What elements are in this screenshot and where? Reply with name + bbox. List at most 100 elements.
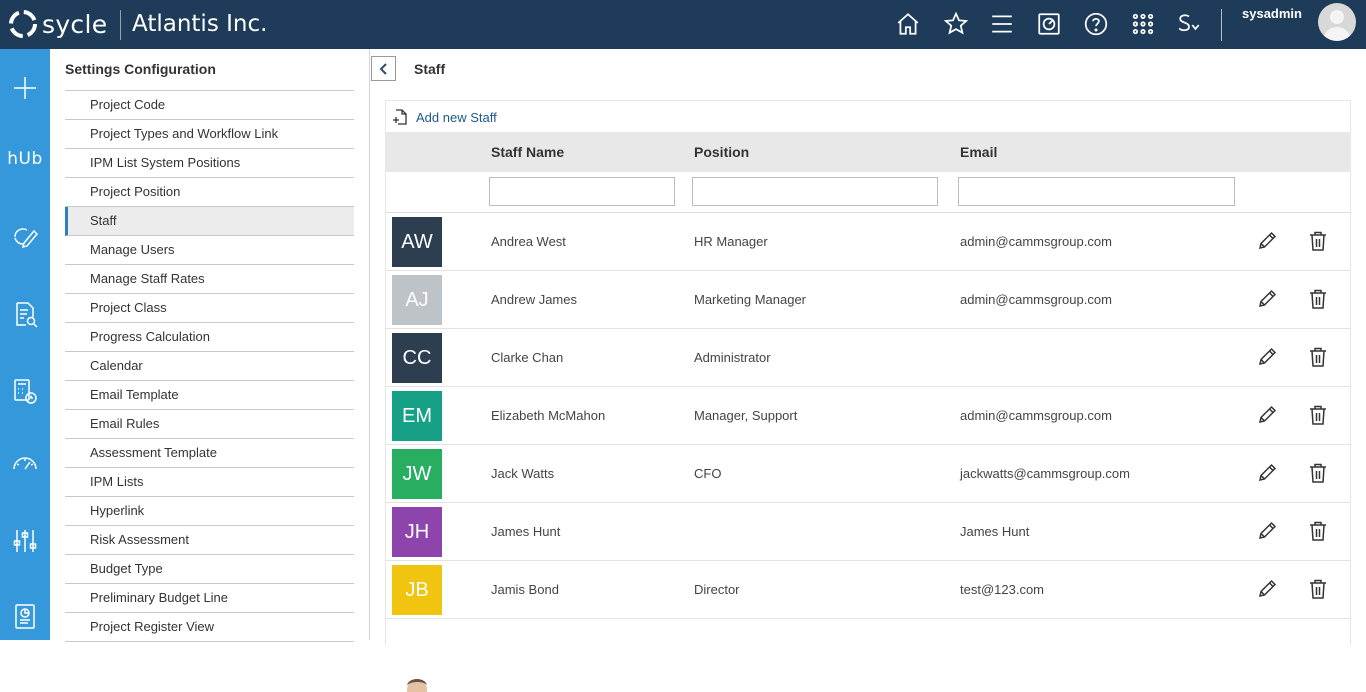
edit-icon[interactable] (1256, 346, 1278, 368)
menu-item-project-position[interactable]: Project Position (65, 178, 354, 207)
logo-divider (120, 10, 121, 40)
table-row[interactable]: JH James Hunt James Hunt (386, 503, 1351, 561)
email-cell: admin@cammsgroup.com (960, 408, 1112, 423)
edit-icon[interactable] (1256, 230, 1278, 252)
menu-item-project-class[interactable]: Project Class (65, 294, 354, 323)
menu-item-calendar[interactable]: Calendar (65, 352, 354, 381)
add-staff-link[interactable]: Add new Staff (416, 110, 497, 125)
menu-item-project-register-view[interactable]: Project Register View (65, 613, 354, 642)
user-avatar[interactable] (1318, 3, 1356, 41)
column-header-position[interactable]: Position (694, 144, 749, 160)
content-area: Staff Add new Staff Staff Name Position … (371, 49, 1366, 692)
position-cell: Director (694, 582, 740, 597)
menu-item-email-template[interactable]: Email Template (65, 381, 354, 410)
delete-icon[interactable] (1307, 462, 1329, 484)
help-icon[interactable] (1081, 9, 1111, 39)
table-row[interactable]: AW Andrea West HR Manager admin@cammsgroup.… (386, 213, 1351, 271)
staff-name-cell: James Hunt (491, 524, 561, 539)
email-cell: James Hunt (960, 524, 1030, 539)
calculator-clock-icon[interactable] (0, 371, 50, 411)
plus-icon[interactable] (0, 68, 50, 108)
staff-name-filter-input[interactable] (489, 177, 675, 206)
edit-icon[interactable] (1256, 288, 1278, 310)
staff-initials-avatar: AJ (392, 275, 442, 325)
filter-row (386, 172, 1351, 213)
menu-item-progress-calculation[interactable]: Progress Calculation (65, 323, 354, 352)
table-row[interactable]: AJ Andrew James Marketing Manager admin@cam… (386, 271, 1351, 329)
position-filter-input[interactable] (692, 177, 938, 206)
menu-item-budget-type[interactable]: Budget Type (65, 555, 354, 584)
header-divider (1221, 9, 1222, 41)
staff-name-cell: Clarke Chan (491, 350, 564, 365)
staff-initials-avatar: AW (392, 217, 442, 267)
edit-icon[interactable] (1256, 520, 1278, 542)
table-row[interactable]: CC Clarke Chan Administrator (386, 329, 1351, 387)
menu-item-ipm-list-system-positions[interactable]: IPM List System Positions (65, 149, 354, 178)
edit-icon[interactable] (1256, 462, 1278, 484)
s-dropdown-icon[interactable] (1174, 9, 1204, 39)
avatar-body (1323, 27, 1351, 41)
menu-item-ipm-lists[interactable]: IPM Lists (65, 468, 354, 497)
staff-table-panel: Add new Staff Staff Name Position Email … (385, 100, 1351, 692)
cycle-edit-icon[interactable] (0, 217, 50, 257)
email-cell: jackwatts@cammsgroup.com (960, 466, 1130, 481)
menu-item-preliminary-budget-line[interactable]: Preliminary Budget Line (65, 584, 354, 613)
menu-item-project-types[interactable]: Project Types and Workflow Link (65, 120, 354, 149)
delete-icon[interactable] (1307, 578, 1329, 600)
gauge-icon[interactable] (0, 444, 50, 484)
hub-icon[interactable]: hUb (0, 139, 50, 179)
email-cell: test@123.com (960, 582, 1045, 597)
menu-item-staff[interactable]: Staff (65, 207, 354, 236)
staff-name-cell: Jamis Bond (491, 582, 559, 597)
table-row[interactable]: JW Jack Watts CFO jackwatts@cammsgroup.com (386, 445, 1351, 503)
page-title: Staff (414, 61, 446, 77)
menu-item-email-rules[interactable]: Email Rules (65, 410, 354, 439)
email-filter-input[interactable] (958, 177, 1235, 206)
star-icon[interactable] (941, 9, 971, 39)
delete-icon[interactable] (1307, 346, 1329, 368)
add-staff-action[interactable]: Add new Staff (392, 109, 497, 125)
staff-initials-avatar: CC (392, 333, 442, 383)
logo[interactable]: sycle (6, 7, 107, 41)
table-row[interactable]: JB Jamis Bond Director test@123.com (386, 561, 1351, 619)
position-cell: Administrator (694, 350, 771, 365)
logo-text: sycle (42, 9, 108, 39)
settings-title: Settings Configuration (65, 61, 216, 77)
menu-item-assessment-template[interactable]: Assessment Template (65, 439, 354, 468)
position-cell: HR Manager (694, 234, 768, 249)
home-icon[interactable] (893, 9, 923, 39)
delete-icon[interactable] (1307, 404, 1329, 426)
email-cell: admin@cammsgroup.com (960, 292, 1112, 307)
sliders-icon[interactable] (0, 521, 50, 561)
edit-icon[interactable] (1256, 578, 1278, 600)
menu-item-risk-assessment[interactable]: Risk Assessment (65, 526, 354, 555)
delete-icon[interactable] (1307, 288, 1329, 310)
delete-icon[interactable] (1307, 520, 1329, 542)
avatar-head (1330, 10, 1344, 24)
staff-name-cell: Andrew James (491, 292, 577, 307)
staff-name-cell: Elizabeth McMahon (491, 408, 606, 423)
staff-initials-avatar: JH (392, 507, 442, 557)
staff-photo-partial (404, 676, 430, 692)
username[interactable]: sysadmin (1242, 6, 1302, 21)
top-bar: sycle Atlantis Inc. sysadmin (0, 0, 1366, 49)
edit-icon[interactable] (1256, 404, 1278, 426)
report-search-icon[interactable] (0, 294, 50, 334)
menu-item-hyperlink[interactable]: Hyperlink (65, 497, 354, 526)
staff-name-cell: Andrea West (491, 234, 566, 249)
menu-icon[interactable] (987, 9, 1017, 39)
table-row[interactable]: EM Elizabeth McMahon Manager, Support admin… (386, 387, 1351, 445)
delete-icon[interactable] (1307, 230, 1329, 252)
menu-item-project-code[interactable]: Project Code (65, 91, 354, 120)
email-cell: admin@cammsgroup.com (960, 234, 1112, 249)
menu-item-manage-users[interactable]: Manage Users (65, 236, 354, 265)
column-header-email[interactable]: Email (960, 144, 997, 160)
staff-initials-avatar: EM (392, 391, 442, 441)
document-chart-icon[interactable] (0, 596, 50, 636)
staff-initials-avatar: JW (392, 449, 442, 499)
apps-grid-icon[interactable] (1128, 9, 1158, 39)
column-header-staff-name[interactable]: Staff Name (491, 144, 564, 160)
collapse-panel-button[interactable] (371, 56, 396, 81)
menu-item-manage-staff-rates[interactable]: Manage Staff Rates (65, 265, 354, 294)
dashboard-icon[interactable] (1034, 9, 1064, 39)
